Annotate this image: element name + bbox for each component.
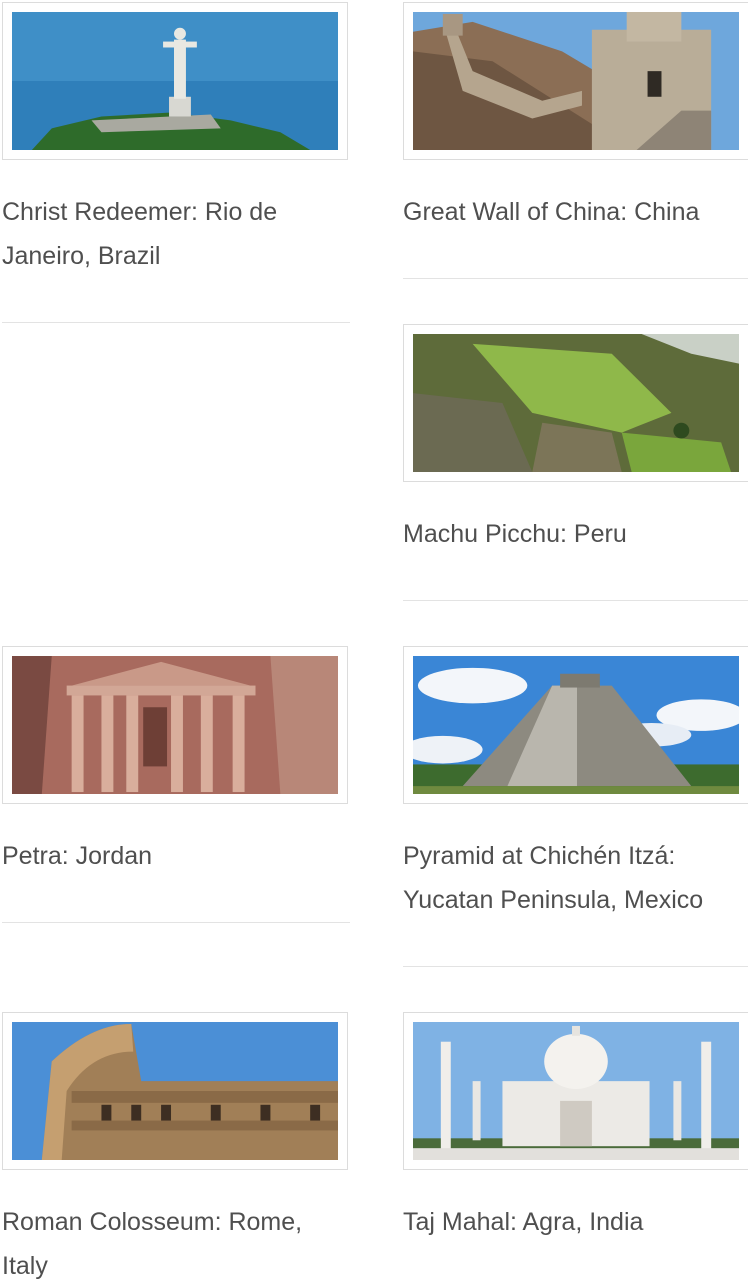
gallery-item-great-wall: Great Wall of China: China bbox=[403, 2, 748, 279]
gallery-item-petra: Petra: Jordan bbox=[2, 646, 350, 923]
divider bbox=[403, 966, 748, 967]
taj-mahal-image[interactable] bbox=[403, 1012, 748, 1170]
machu-picchu-image[interactable] bbox=[403, 324, 748, 482]
gallery-caption: Great Wall of China: China bbox=[403, 198, 700, 226]
gallery-item-machu-picchu: Machu Picchu: Peru bbox=[403, 324, 748, 601]
gallery-item-colosseum: Roman Colosseum: Rome, Italy bbox=[2, 1012, 350, 1288]
gallery-item-taj-mahal: Taj Mahal: Agra, India bbox=[403, 1012, 748, 1244]
chichen-itza-image[interactable] bbox=[403, 646, 748, 804]
divider bbox=[403, 600, 748, 601]
petra-image[interactable] bbox=[2, 646, 348, 804]
gallery-item-chichen-itza: Pyramid at Chichén Itzá: Yucatan Peninsu… bbox=[403, 646, 748, 967]
gallery-caption: Machu Picchu: Peru bbox=[403, 520, 627, 548]
great-wall-image[interactable] bbox=[403, 2, 748, 160]
gallery-caption: Taj Mahal: Agra, India bbox=[403, 1208, 644, 1236]
divider bbox=[403, 278, 748, 279]
colosseum-image[interactable] bbox=[2, 1012, 348, 1170]
divider bbox=[2, 922, 350, 923]
gallery-caption: Pyramid at Chichén Itzá: Yucatan Peninsu… bbox=[403, 842, 704, 914]
divider bbox=[2, 322, 350, 323]
gallery-caption: Roman Colosseum: Rome, Italy bbox=[2, 1208, 303, 1280]
gallery-caption: Christ Redeemer: Rio de Janeiro, Brazil bbox=[2, 198, 278, 270]
gallery-caption: Petra: Jordan bbox=[2, 842, 153, 870]
christ-redeemer-image[interactable] bbox=[2, 2, 348, 160]
gallery-item-christ-redeemer: Christ Redeemer: Rio de Janeiro, Brazil bbox=[2, 2, 350, 323]
